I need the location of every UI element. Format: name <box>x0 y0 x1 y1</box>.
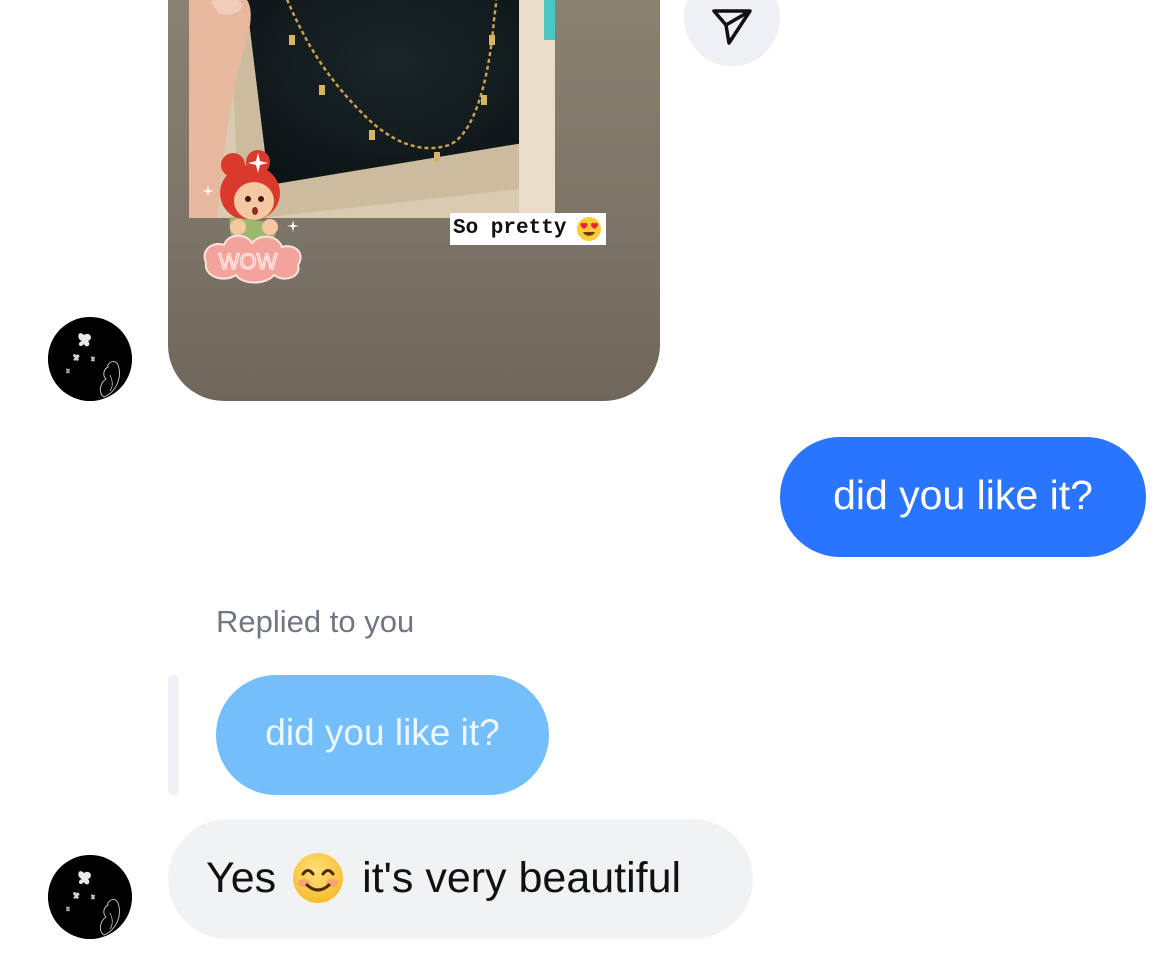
story-reply-card[interactable]: WOW So pretty <box>168 0 660 401</box>
incoming-message-text-start: Yes <box>206 853 277 902</box>
share-button[interactable] <box>684 0 780 66</box>
outgoing-message[interactable]: did you like it? <box>780 437 1146 557</box>
outgoing-message-text: did you like it? <box>833 471 1093 518</box>
caption-sticker: So pretty <box>450 213 607 245</box>
replied-label: Replied to you <box>216 604 415 639</box>
wow-sticker: WOW <box>202 150 302 284</box>
avatar[interactable] <box>48 855 132 939</box>
wow-sticker-text: WOW <box>219 249 278 274</box>
incoming-message[interactable]: Yes it's very beautiful <box>168 819 753 939</box>
quoted-message[interactable]: did you like it? <box>216 675 549 795</box>
send-icon <box>712 9 752 45</box>
quote-bar <box>168 675 179 795</box>
dm-thread: WOW So pretty did you like it? Replied t… <box>0 0 1170 955</box>
smiling-face-emoji-icon <box>293 853 344 903</box>
butterfly-avatar-icon <box>48 855 132 939</box>
incoming-message-text-end: it's very beautiful <box>362 853 682 902</box>
butterfly-avatar-icon <box>48 317 132 401</box>
caption-text: So pretty <box>453 217 567 240</box>
heart-eyes-emoji-icon <box>577 217 602 241</box>
quoted-message-text: did you like it? <box>265 712 500 753</box>
avatar[interactable] <box>48 317 132 401</box>
